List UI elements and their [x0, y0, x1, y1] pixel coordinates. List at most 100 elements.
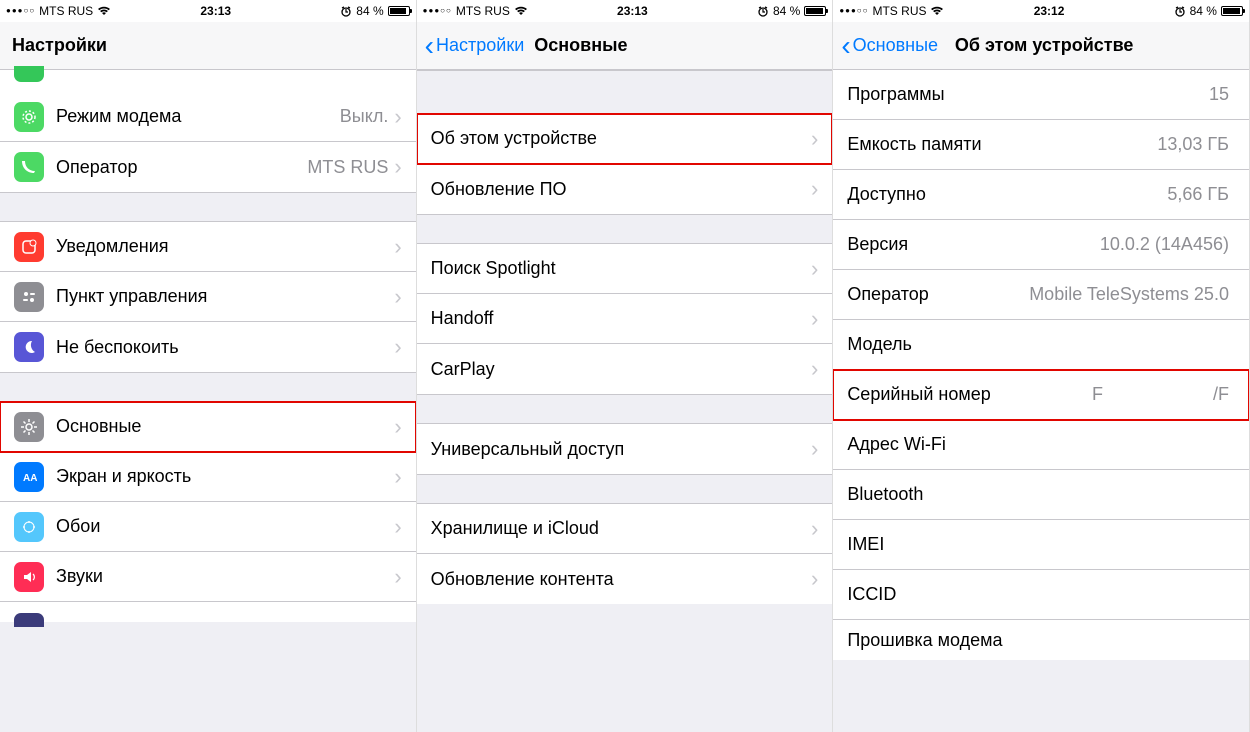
row-serial[interactable]: Серийный номер F /F [833, 370, 1249, 420]
chevron-right-icon: › [394, 236, 401, 258]
row-imei[interactable]: IMEI [833, 520, 1249, 570]
section-gap [417, 214, 833, 244]
phone-icon [14, 152, 44, 182]
chevron-right-icon: › [811, 128, 818, 150]
settings-screen: ●●●○○ MTS RUS 23:13 84 % Настройки Режим… [0, 0, 417, 732]
svg-text:AA: AA [23, 473, 37, 484]
row-available[interactable]: Доступно 5,66 ГБ [833, 170, 1249, 220]
row-label: Handoff [431, 308, 494, 329]
row-bluetooth[interactable]: Bluetooth [833, 470, 1249, 520]
sidebar-item-hotspot[interactable]: Режим модема Выкл. › [0, 92, 416, 142]
row-label: IMEI [847, 534, 884, 555]
row-label: Хранилище и iCloud [431, 518, 599, 539]
sidebar-item-sounds[interactable]: Звуки › [0, 552, 416, 602]
row-software-update[interactable]: Обновление ПО › [417, 164, 833, 214]
chevron-right-icon: › [394, 336, 401, 358]
chevron-right-icon: › [394, 516, 401, 538]
row-carplay[interactable]: CarPlay › [417, 344, 833, 394]
status-bar: ●●●○○ MTS RUS 23:13 84 % [0, 0, 416, 22]
row-about[interactable]: Об этом устройстве › [417, 114, 833, 164]
chevron-right-icon: › [394, 416, 401, 438]
app-icon [14, 613, 44, 627]
alarm-icon [340, 5, 352, 17]
row-value: 10.0.2 (14A456) [1100, 234, 1229, 255]
chevron-right-icon: › [394, 466, 401, 488]
row-label: Версия [847, 234, 908, 255]
row-label: Основные [56, 416, 141, 437]
row-value: Выкл. [340, 106, 389, 127]
row-spotlight[interactable]: Поиск Spotlight › [417, 244, 833, 294]
status-bar: ●●●○○ MTS RUS 23:12 84 % [833, 0, 1249, 22]
chevron-right-icon: › [394, 106, 401, 128]
alarm-icon [757, 5, 769, 17]
chevron-right-icon: › [811, 438, 818, 460]
row-label: Пункт управления [56, 286, 207, 307]
list-item[interactable] [0, 602, 416, 622]
row-label: Универсальный доступ [431, 439, 625, 460]
row-label: Звуки [56, 566, 103, 587]
row-accessibility[interactable]: Универсальный доступ › [417, 424, 833, 474]
signal-dots-icon: ●●●○○ [6, 7, 35, 15]
section-gap [0, 192, 416, 222]
chevron-right-icon: › [811, 178, 818, 200]
sidebar-item-carrier[interactable]: Оператор MTS RUS › [0, 142, 416, 192]
page-title: Настройки [8, 35, 107, 56]
row-label: Режим модема [56, 106, 181, 127]
wifi-icon [514, 6, 528, 16]
back-label: Настройки [436, 35, 524, 56]
section-gap [417, 70, 833, 114]
row-label: Экран и яркость [56, 466, 191, 487]
sidebar-item-display[interactable]: AA Экран и яркость › [0, 452, 416, 502]
sidebar-item-dnd[interactable]: Не беспокоить › [0, 322, 416, 372]
battery-percent: 84 % [356, 4, 383, 18]
battery-icon [804, 6, 826, 16]
row-storage-icloud[interactable]: Хранилище и iCloud › [417, 504, 833, 554]
row-handoff[interactable]: Handoff › [417, 294, 833, 344]
row-label: Оператор [56, 157, 137, 178]
control-center-icon [14, 282, 44, 312]
sidebar-item-notifications[interactable]: Уведомления › [0, 222, 416, 272]
signal-dots-icon: ●●●○○ [839, 7, 868, 15]
nav-bar: Настройки [0, 22, 416, 70]
row-label: Серийный номер [847, 384, 990, 405]
notifications-icon [14, 232, 44, 262]
row-wifi-address[interactable]: Адрес Wi-Fi [833, 420, 1249, 470]
row-label: Обновление ПО [431, 179, 567, 200]
chevron-right-icon: › [394, 566, 401, 588]
sidebar-item-control-center[interactable]: Пункт управления › [0, 272, 416, 322]
sidebar-item-wallpaper[interactable]: Обои › [0, 502, 416, 552]
chevron-right-icon: › [811, 518, 818, 540]
general-screen: ●●●○○ MTS RUS 23:13 84 % ‹ Настройки Осн… [417, 0, 834, 732]
about-screen: ●●●○○ MTS RUS 23:12 84 % ‹ Основные Об э… [833, 0, 1250, 732]
chevron-right-icon: › [811, 308, 818, 330]
battery-icon [388, 6, 410, 16]
back-button[interactable]: ‹ Основные [841, 32, 938, 60]
nav-bar: ‹ Настройки Основные [417, 22, 833, 70]
row-label: ICCID [847, 584, 896, 605]
moon-icon [14, 332, 44, 362]
row-value: Mobile TeleSystems 25.0 [1029, 284, 1229, 305]
row-label: CarPlay [431, 359, 495, 380]
gear-icon [14, 412, 44, 442]
back-button[interactable]: ‹ Настройки [425, 32, 525, 60]
chevron-left-icon: ‹ [425, 32, 434, 60]
row-label: Оператор [847, 284, 928, 305]
status-time: 23:12 [1034, 4, 1065, 18]
list-item[interactable] [0, 70, 416, 92]
battery-percent: 84 % [1190, 4, 1217, 18]
row-background-refresh[interactable]: Обновление контента › [417, 554, 833, 604]
carrier-label: MTS RUS [872, 4, 926, 18]
sidebar-item-general[interactable]: Основные › [0, 402, 416, 452]
row-model[interactable]: Модель [833, 320, 1249, 370]
wallpaper-icon [14, 512, 44, 542]
row-version[interactable]: Версия 10.0.2 (14A456) [833, 220, 1249, 270]
section-gap [0, 372, 416, 402]
row-iccid[interactable]: ICCID [833, 570, 1249, 620]
row-carrier[interactable]: Оператор Mobile TeleSystems 25.0 [833, 270, 1249, 320]
chevron-right-icon: › [394, 286, 401, 308]
row-modem-firmware[interactable]: Прошивка модема [833, 620, 1249, 660]
row-apps[interactable]: Программы 15 [833, 70, 1249, 120]
row-label: Доступно [847, 184, 926, 205]
app-icon [14, 66, 44, 82]
row-capacity[interactable]: Емкость памяти 13,03 ГБ [833, 120, 1249, 170]
